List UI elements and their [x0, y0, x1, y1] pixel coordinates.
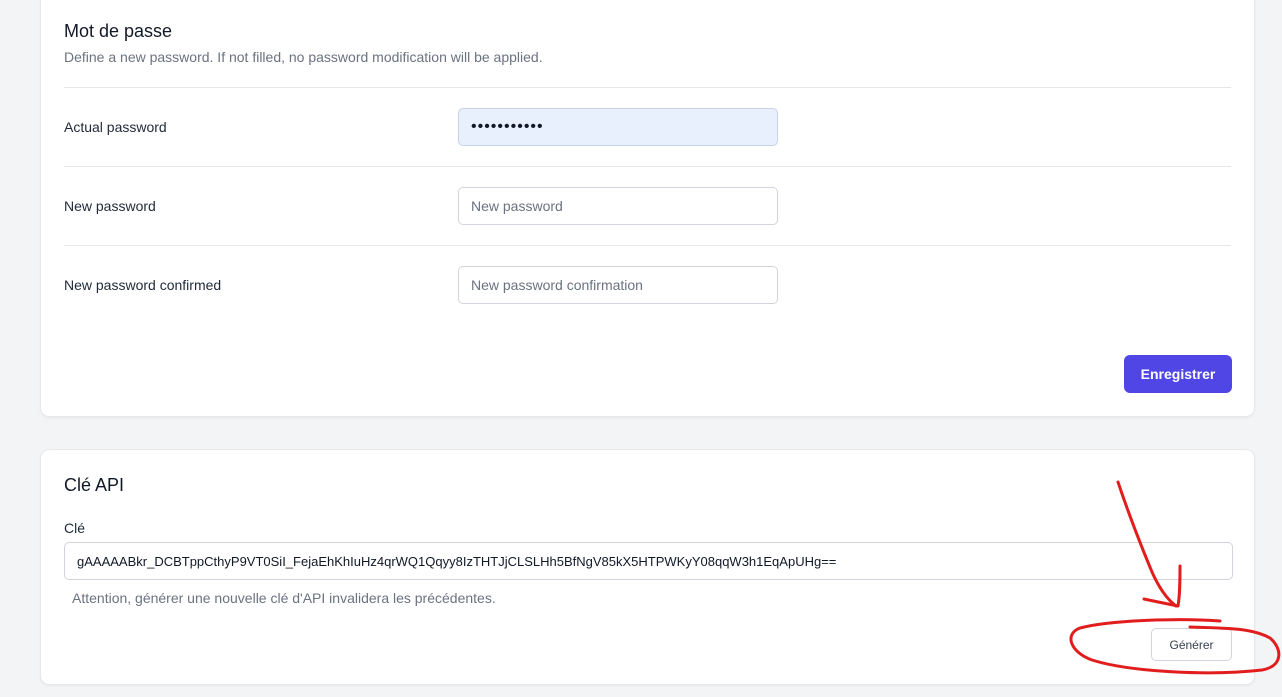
- password-card: Mot de passe Define a new password. If n…: [40, 0, 1255, 417]
- new-password-confirmed-label: New password confirmed: [64, 277, 222, 293]
- generate-button[interactable]: Générer: [1151, 628, 1232, 661]
- divider: [64, 245, 1231, 246]
- password-section-title: Mot de passe: [64, 21, 173, 41]
- api-key-warning: Attention, générer une nouvelle clé d'AP…: [72, 590, 496, 606]
- api-key-label: Clé: [64, 520, 86, 536]
- api-key-card: Clé API Clé Attention, générer une nouve…: [40, 449, 1255, 685]
- new-password-label: New password: [64, 198, 156, 214]
- actual-password-label: Actual password: [64, 119, 167, 135]
- divider: [64, 87, 1231, 88]
- api-section-title: Clé API: [64, 475, 125, 495]
- save-button[interactable]: Enregistrer: [1124, 355, 1232, 393]
- password-section-subtitle: Define a new password. If not filled, no…: [64, 49, 543, 65]
- new-password-input[interactable]: [458, 187, 778, 225]
- actual-password-input[interactable]: [458, 108, 778, 146]
- api-key-field[interactable]: [64, 542, 1233, 580]
- divider: [64, 166, 1231, 167]
- new-password-confirmation-input[interactable]: [458, 266, 778, 304]
